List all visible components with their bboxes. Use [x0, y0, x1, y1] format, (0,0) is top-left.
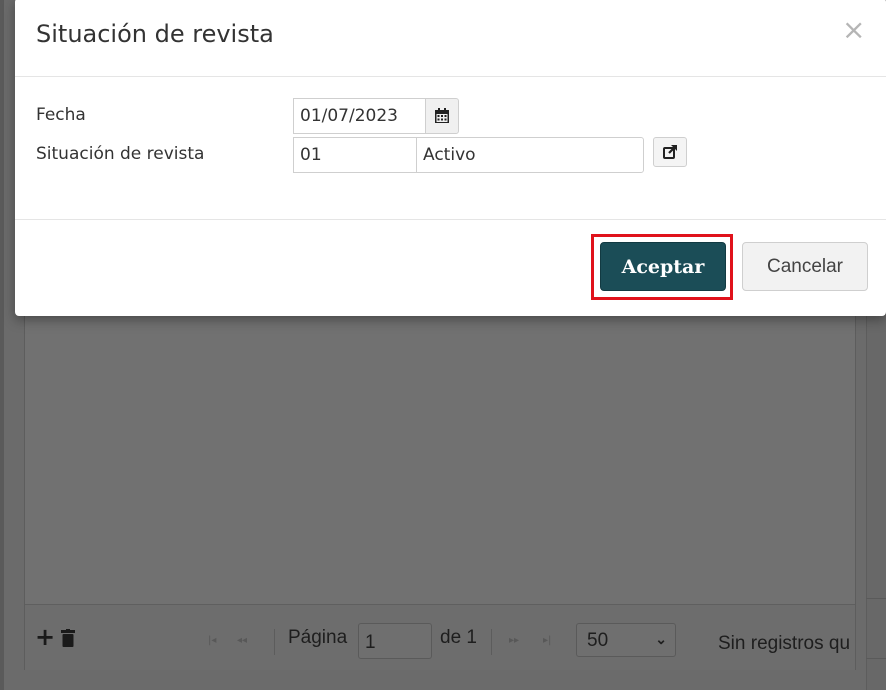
- prev-page-icon[interactable]: ◂◂: [237, 635, 247, 646]
- situacion-label: Situación de revista: [36, 144, 205, 164]
- calendar-button[interactable]: [425, 98, 459, 134]
- situacion-description: Activo: [416, 137, 644, 173]
- add-icon[interactable]: +: [35, 625, 55, 649]
- page-size-select[interactable]: 50 ⌄: [576, 623, 676, 657]
- pager-info: Sin registros qu: [718, 633, 851, 654]
- chevron-down-icon: ⌄: [655, 631, 667, 647]
- page-input[interactable]: 1: [358, 623, 432, 659]
- background-edge: [0, 0, 4, 690]
- next-page-icon[interactable]: ▸▸: [509, 635, 519, 646]
- dialog-header: Situación de revista ×: [15, 0, 886, 77]
- side-divider: [866, 658, 886, 659]
- dialog-title: Situación de revista: [36, 20, 274, 48]
- page-label: Página: [288, 627, 348, 648]
- fecha-label: Fecha: [36, 105, 86, 125]
- side-divider: [866, 598, 886, 599]
- external-link-icon: [663, 145, 677, 159]
- first-page-icon[interactable]: |◂: [208, 635, 216, 646]
- situacion-dialog: Situación de revista × Fecha 01/07/2023 …: [15, 0, 886, 316]
- grid-pager: + |◂ ◂◂ Página 1 de 1 ▸▸ ▸| 50 ⌄ Sin reg…: [25, 604, 855, 670]
- trash-icon[interactable]: [61, 629, 75, 647]
- grid-body: [25, 301, 855, 604]
- pager-divider: [491, 629, 492, 655]
- lookup-button[interactable]: [653, 137, 687, 167]
- cancel-button[interactable]: Cancelar: [742, 242, 868, 291]
- pager-divider: [274, 629, 275, 655]
- calendar-icon: [435, 108, 449, 123]
- situacion-code-input[interactable]: 01: [293, 137, 418, 173]
- last-page-icon[interactable]: ▸|: [543, 635, 551, 646]
- close-icon[interactable]: ×: [842, 16, 865, 44]
- background-side-panel: [866, 300, 886, 690]
- page-count: de 1: [440, 627, 477, 648]
- fecha-input[interactable]: 01/07/2023: [293, 98, 426, 134]
- footer-divider: [15, 219, 886, 220]
- background-grid: + |◂ ◂◂ Página 1 de 1 ▸▸ ▸| 50 ⌄ Sin reg…: [24, 300, 856, 670]
- page-size-value: 50: [587, 630, 609, 651]
- accept-button[interactable]: Aceptar: [600, 242, 726, 291]
